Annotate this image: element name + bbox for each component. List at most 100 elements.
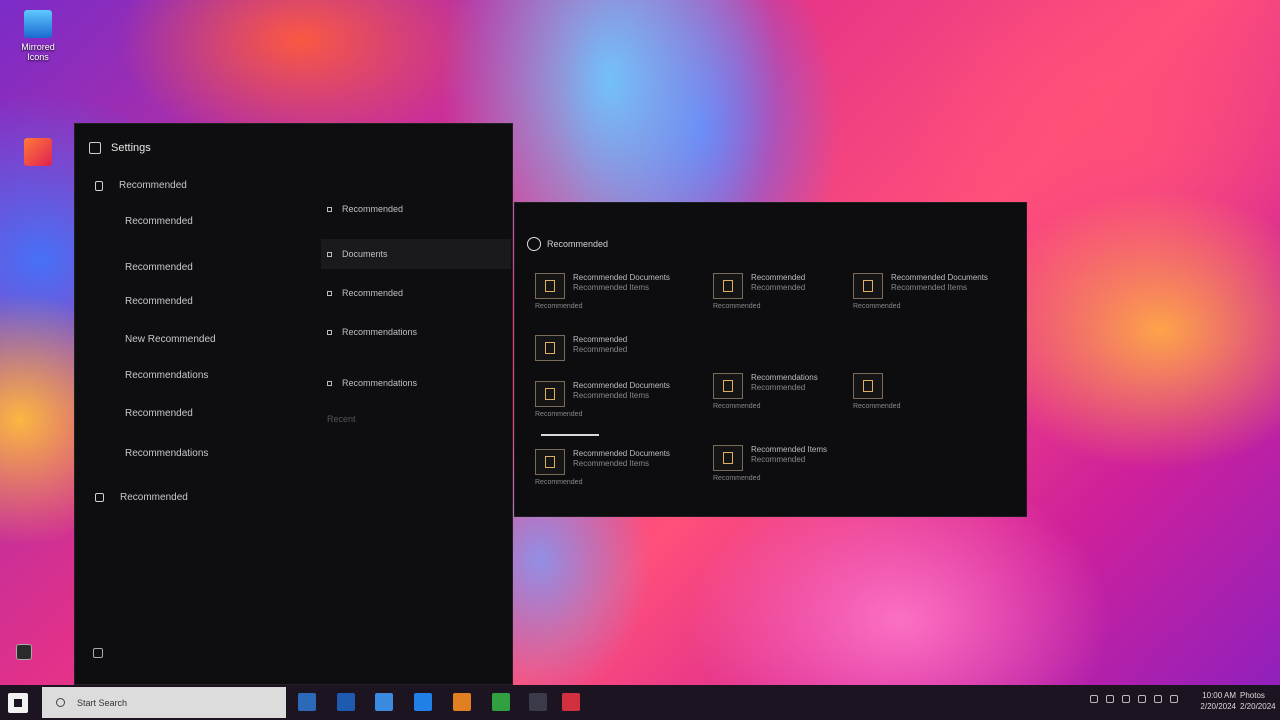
taskbar-app-icon[interactable]: [414, 693, 432, 711]
tile-subtitle: Recommended Items: [891, 283, 968, 292]
system-tray: [1090, 695, 1178, 703]
left-menu-item-label: Recommended: [125, 408, 193, 419]
start-button[interactable]: [8, 693, 28, 713]
file-icon: [535, 449, 565, 475]
desktop-icon-label: Mirrored Icons: [21, 42, 55, 62]
taskbar-clock[interactable]: 10:00 AM 2/20/2024: [1196, 690, 1236, 712]
left-menu-item[interactable]: Recommended: [125, 296, 193, 307]
clock-date: 2/20/2024: [1200, 702, 1236, 711]
tile-caption: Recommended: [535, 479, 583, 486]
tile-title: Recommended: [751, 273, 806, 282]
recommended-tile[interactable]: Recommended Items Recommended Recommended: [713, 445, 828, 482]
file-icon: [713, 273, 743, 299]
search-text: Start Search: [77, 697, 128, 708]
taskbar: Start Search 10:00 AM 2/20/2024 Photos 2…: [0, 685, 1280, 720]
taskbar-app-icon[interactable]: [298, 693, 316, 711]
item-icon: [327, 206, 332, 212]
left-menu-item-label: Recommended: [125, 296, 193, 307]
left-menu-item[interactable]: Recommended: [125, 262, 193, 273]
file-icon: [853, 373, 883, 399]
left-menu-item-label: Recommended: [125, 262, 193, 273]
tile-caption: Recommended: [713, 475, 761, 482]
right-menu-item[interactable]: Recent: [321, 404, 511, 434]
taskbar-app-icon[interactable]: [337, 693, 355, 711]
circle-icon: [527, 237, 541, 251]
tile-subtitle: Recommended: [573, 345, 628, 354]
right-menu-item[interactable]: Recommendations: [321, 368, 511, 398]
left-menu-item[interactable]: Recommended: [125, 408, 193, 419]
recommended-tile[interactable]: Recommendations Recommended Recommended: [713, 373, 818, 410]
taskbar-app-icon[interactable]: [453, 693, 471, 711]
desktop-icon-recycle[interactable]: [14, 644, 34, 660]
chevron-up-icon[interactable]: [1090, 695, 1098, 703]
right-menu-item-label: Recent: [327, 414, 356, 424]
tile-subtitle: Recommended Items: [573, 391, 650, 400]
right-menu-item[interactable]: Recommendations: [321, 317, 511, 347]
language-icon[interactable]: [1154, 695, 1162, 703]
taskbar-app-icon[interactable]: [529, 693, 547, 711]
tile-title: Recommended Documents: [573, 273, 670, 282]
panel-title: Recommended: [547, 239, 609, 249]
right-menu-item-label: Recommended: [342, 204, 404, 214]
right-menu-item[interactable]: Recommended: [321, 278, 511, 308]
left-menu-item-label: Recommended: [125, 216, 193, 227]
item-icon: [327, 380, 332, 386]
tile-caption: Recommended: [713, 303, 761, 310]
file-icon: [535, 335, 565, 361]
power-icon[interactable]: [93, 648, 103, 658]
taskbar-app-icon[interactable]: [375, 693, 393, 711]
left-menu-item-label: Recommended: [119, 180, 187, 191]
item-icon: [327, 290, 332, 296]
taskbar-search-box[interactable]: Start Search: [42, 687, 286, 718]
left-menu-item-label: New Recommended: [125, 334, 216, 345]
right-menu-item-selected[interactable]: Documents: [321, 239, 511, 269]
recommended-tile[interactable]: Recommended: [853, 373, 900, 410]
right-menu-item-label: Recommended: [342, 288, 404, 298]
tile-title: Recommended Items: [751, 445, 828, 454]
left-menu-item-label: Recommended: [120, 492, 188, 503]
recommended-tile[interactable]: Recommended Documents Recommended Items R…: [535, 273, 670, 310]
left-menu-item[interactable]: Recommended: [95, 180, 187, 191]
panel-header: Recommended: [527, 237, 608, 251]
taskbar-app-icon[interactable]: [492, 693, 510, 711]
left-menu-item[interactable]: Recommendations: [125, 370, 208, 381]
left-menu-item[interactable]: Recommended: [125, 216, 193, 227]
recommended-tile[interactable]: Recommended Recommended Recommended: [713, 273, 806, 310]
file-icon: [853, 273, 883, 299]
left-menu-item[interactable]: New Recommended: [125, 334, 216, 345]
recommended-tile[interactable]: Recommended Documents Recommended Items R…: [853, 273, 988, 310]
tile-subtitle: Recommended Items: [573, 459, 650, 468]
section-divider: [541, 434, 599, 436]
recommended-tile[interactable]: Recommended Recommended: [535, 335, 627, 361]
date-extra-line-2: 2/20/2024: [1240, 702, 1276, 711]
file-icon: [713, 373, 743, 399]
tile-caption: Recommended: [535, 303, 583, 310]
tile-title: Recommendations: [751, 373, 818, 382]
tile-subtitle: Recommended Items: [573, 283, 650, 292]
desktop-icon-app[interactable]: [10, 138, 66, 166]
clock-time: 10:00 AM: [1202, 691, 1236, 700]
recommended-tile[interactable]: Recommended Documents Recommended Items R…: [535, 381, 670, 418]
battery-icon[interactable]: [1138, 695, 1146, 703]
network-icon[interactable]: [1106, 695, 1114, 703]
recommended-panel: Recommended Recommended Documents Recomme…: [514, 202, 1027, 517]
tile-subtitle: Recommended: [751, 455, 806, 464]
taskbar-date-extra[interactable]: Photos 2/20/2024: [1240, 690, 1276, 712]
tile-title: Recommended: [573, 335, 628, 344]
right-menu-item[interactable]: Recommended: [321, 194, 511, 224]
search-icon: [56, 698, 65, 707]
tile-subtitle: Recommended: [751, 283, 806, 292]
volume-icon[interactable]: [1122, 695, 1130, 703]
taskbar-app-icon[interactable]: [562, 693, 580, 711]
tile-caption: Recommended: [713, 403, 761, 410]
app-icon: [24, 138, 52, 166]
recommended-tile[interactable]: Recommended Documents Recommended Items R…: [535, 449, 670, 486]
start-menu-title: Settings: [111, 142, 151, 154]
file-icon: [535, 381, 565, 407]
left-menu-item[interactable]: Recommended: [95, 492, 188, 503]
desktop-icon-shortcut[interactable]: Mirrored Icons: [10, 10, 66, 62]
notification-icon[interactable]: [1170, 695, 1178, 703]
right-menu-item-label: Recommendations: [342, 378, 418, 388]
left-menu-item[interactable]: Recommendations: [125, 448, 208, 459]
start-menu-header[interactable]: Settings: [89, 142, 151, 154]
